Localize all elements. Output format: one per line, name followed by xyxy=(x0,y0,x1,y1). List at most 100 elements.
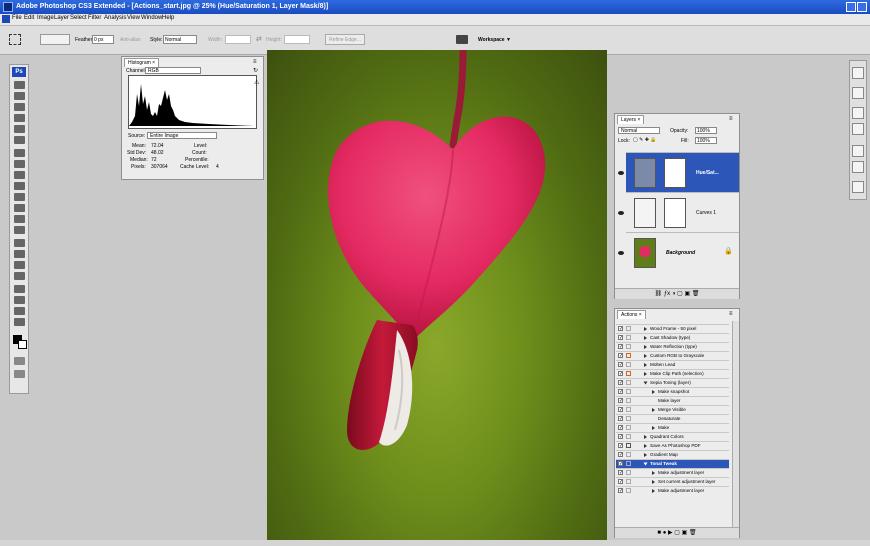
visibility-eye-icon[interactable] xyxy=(618,251,624,255)
fill-input[interactable]: 100% xyxy=(695,137,717,144)
eyedropper-tool-icon[interactable] xyxy=(14,296,25,304)
antialias-checkbox-label[interactable]: Anti-alias xyxy=(120,37,141,43)
menu-analysis[interactable]: Analysis xyxy=(104,15,126,21)
action-item[interactable]: ✓ Wood Frame - 50 pixel xyxy=(616,324,729,333)
width-input[interactable] xyxy=(225,35,251,44)
menu-edit[interactable]: Edit xyxy=(24,15,34,21)
healing-brush-tool-icon[interactable] xyxy=(14,149,25,157)
layer-row-background[interactable]: Background 🔒 xyxy=(618,232,739,272)
action-item[interactable]: ✓ Water Reflection (type) xyxy=(616,342,729,351)
feather-input[interactable]: 0 px xyxy=(92,35,114,44)
opacity-input[interactable]: 100% xyxy=(695,127,717,134)
menu-window[interactable]: Window xyxy=(141,15,162,21)
dodge-tool-icon[interactable] xyxy=(14,226,25,234)
actions-bottom-toolbar[interactable]: ■ ● ▶ ▢ ▣ 🗑 xyxy=(615,527,739,538)
action-item[interactable]: ✓ Cast Shadow (type) xyxy=(616,333,729,342)
bridge-icon[interactable] xyxy=(456,35,468,44)
action-step[interactable]: ✓ Desaturate xyxy=(616,414,729,423)
pen-tool-icon[interactable] xyxy=(14,261,25,269)
action-item[interactable]: ✓ Molten Lead xyxy=(616,360,729,369)
blend-mode-select[interactable]: Normal xyxy=(618,127,660,134)
notes-tool-icon[interactable] xyxy=(14,285,25,293)
source-select[interactable]: Entire Image xyxy=(147,132,217,139)
height-input[interactable] xyxy=(284,35,310,44)
layers-tab[interactable]: Layers × xyxy=(617,115,645,124)
background-color-swatch[interactable] xyxy=(18,340,27,349)
layer-row-huesat[interactable]: Hue/Sat... xyxy=(618,152,739,192)
action-step[interactable]: ✓ Set current adjustment layer xyxy=(616,477,729,486)
channel-select[interactable]: RGB xyxy=(145,67,201,74)
panel-menu-icon[interactable]: ≡ xyxy=(253,59,257,65)
lock-icons[interactable]: ▢ ✎ ✚ 🔒 xyxy=(633,137,657,143)
measurement-log-icon[interactable] xyxy=(852,161,864,173)
eraser-tool-icon[interactable] xyxy=(14,193,25,201)
tool-presets-icon[interactable] xyxy=(852,107,864,119)
marquee-tool-icon[interactable] xyxy=(14,92,25,100)
visibility-eye-icon[interactable] xyxy=(618,211,624,215)
layers-bottom-toolbar[interactable]: ⛓ ƒx ◑ ▢ ▣ 🗑 xyxy=(615,288,739,299)
refine-edge-button[interactable]: Refine Edge... xyxy=(325,34,365,45)
action-item[interactable]: ✓ Sepia Toning (layer) xyxy=(616,378,729,387)
brushes-icon[interactable] xyxy=(852,87,864,99)
menu-view[interactable]: View xyxy=(127,15,140,21)
crop-tool-icon[interactable] xyxy=(14,125,25,133)
menu-image[interactable]: Image xyxy=(37,15,54,21)
screen-mode-icon[interactable] xyxy=(14,370,25,378)
clone-stamp-tool-icon[interactable] xyxy=(14,171,25,179)
menu-file[interactable]: File xyxy=(12,15,22,21)
action-item[interactable]: ✓ Gradient Map xyxy=(616,450,729,459)
animation-icon[interactable] xyxy=(852,181,864,193)
layer-mask-thumbnail[interactable] xyxy=(664,158,686,188)
navigator-icon[interactable] xyxy=(852,67,864,79)
layer-row-curves[interactable]: Curves 1 xyxy=(618,192,739,232)
slice-tool-icon[interactable] xyxy=(14,136,25,144)
clone-source-icon[interactable] xyxy=(852,145,864,157)
swap-icon[interactable]: ⇄ xyxy=(256,35,262,43)
action-item[interactable]: ✓ Save As Photoshop PDF xyxy=(616,441,729,450)
document-canvas[interactable] xyxy=(267,50,607,544)
quick-mask-icon[interactable] xyxy=(14,357,25,365)
action-item-selected[interactable]: ✓ Tonal Tweak xyxy=(616,459,729,468)
workspace-button[interactable]: Workspace ▼ xyxy=(478,37,511,43)
close-window-button[interactable] xyxy=(857,2,867,12)
action-step[interactable]: ✓ Make layer xyxy=(616,396,729,405)
ps-menu-icon[interactable] xyxy=(2,15,10,23)
actions-tab[interactable]: Actions × xyxy=(617,310,646,319)
layer-comps-icon[interactable] xyxy=(852,123,864,135)
path-selection-tool-icon[interactable] xyxy=(14,239,25,247)
move-tool-icon[interactable] xyxy=(14,81,25,89)
brush-tool-icon[interactable] xyxy=(14,160,25,168)
action-step[interactable]: ✓ Make adjustment layer xyxy=(616,468,729,477)
marquee-tool-icon[interactable] xyxy=(9,34,21,45)
panel-menu-icon[interactable]: ≡ xyxy=(729,311,733,317)
hand-tool-icon[interactable] xyxy=(14,307,25,315)
gradient-tool-icon[interactable] xyxy=(14,204,25,212)
zoom-tool-icon[interactable] xyxy=(14,318,25,326)
type-tool-icon[interactable] xyxy=(14,250,25,258)
panel-menu-icon[interactable]: ≡ xyxy=(729,116,733,122)
minimize-button[interactable] xyxy=(846,2,856,12)
blur-tool-icon[interactable] xyxy=(14,215,25,223)
action-step[interactable]: ✓ Make adjustment layer xyxy=(616,486,729,495)
action-item[interactable]: ✓ Custom RGB to Grayscale xyxy=(616,351,729,360)
shape-tool-icon[interactable] xyxy=(14,272,25,280)
menu-select[interactable]: Select xyxy=(70,15,87,21)
style-select[interactable]: Normal xyxy=(163,35,197,44)
actions-scrollbar[interactable] xyxy=(732,321,739,527)
histogram-tab[interactable]: Histogram × xyxy=(124,58,160,67)
selection-mode-buttons[interactable] xyxy=(40,34,70,45)
menu-filter[interactable]: Filter xyxy=(88,15,101,21)
layer-mask-thumbnail[interactable] xyxy=(664,198,686,228)
magic-wand-tool-icon[interactable] xyxy=(14,114,25,122)
menu-help[interactable]: Help xyxy=(162,15,174,21)
lasso-tool-icon[interactable] xyxy=(14,103,25,111)
history-brush-tool-icon[interactable] xyxy=(14,182,25,190)
action-step[interactable]: ✓ Make snapshot xyxy=(616,387,729,396)
menu-layer[interactable]: Layer xyxy=(54,15,69,21)
action-item[interactable]: ✓ Make Clip Path (selection) xyxy=(616,369,729,378)
action-item[interactable]: ✓ Quadrant Colors xyxy=(616,432,729,441)
action-step[interactable]: ✓ Merge Visible xyxy=(616,405,729,414)
refresh-icon[interactable]: ↻ xyxy=(253,67,258,74)
visibility-eye-icon[interactable] xyxy=(618,171,624,175)
action-step[interactable]: ✓ Make xyxy=(616,423,729,432)
